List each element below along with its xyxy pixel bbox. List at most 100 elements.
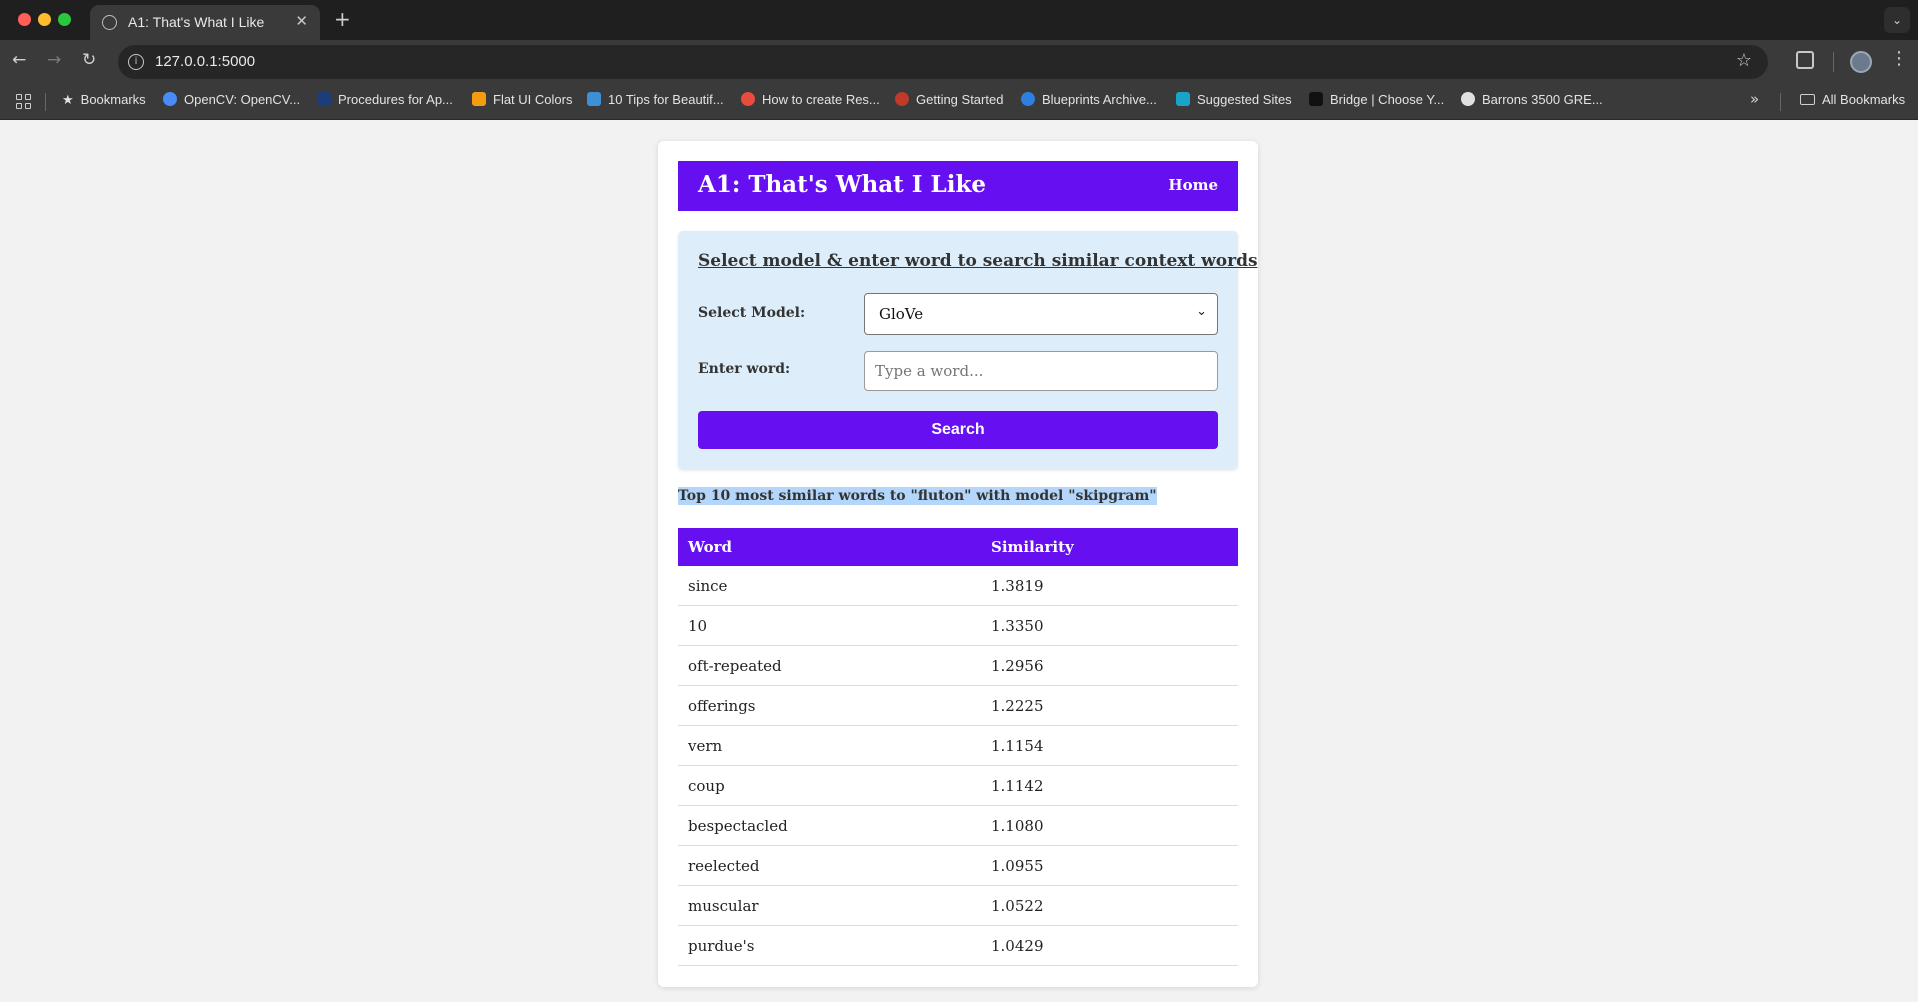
table-header: Word Similarity	[678, 528, 1238, 566]
similarity-cell: 1.2225	[991, 697, 1044, 715]
bridge-icon	[1309, 92, 1323, 106]
browser-tab[interactable]: A1: That's What I Like ✕	[90, 5, 320, 40]
bookmark-item[interactable]: ★ Bookmarks	[62, 92, 146, 108]
asterisk-icon	[741, 92, 755, 106]
table-row: bespectacled 1.1080	[678, 806, 1238, 846]
close-tab-icon[interactable]: ✕	[295, 12, 308, 30]
bookmarks-bar: ★ Bookmarks OpenCV: OpenCV... Procedures …	[0, 84, 1918, 120]
word-input-placeholder: Type a word...	[875, 362, 984, 380]
table-row: vern 1.1154	[678, 726, 1238, 766]
browser-tab-bar: A1: That's What I Like ✕ + ⌄	[0, 0, 1918, 40]
folder-icon	[1800, 94, 1815, 105]
column-header-word: Word	[688, 538, 733, 556]
word-cell: purdue's	[688, 937, 755, 955]
bookmarks-divider	[45, 93, 46, 111]
bookmark-item[interactable]: Getting Started	[895, 92, 1003, 107]
bookmarks-divider	[1780, 93, 1781, 111]
bookmark-item[interactable]: Bridge | Choose Y...	[1309, 92, 1444, 107]
column-header-similarity: Similarity	[991, 538, 1074, 556]
search-form: Select model & enter word to search simi…	[678, 231, 1258, 470]
bookmark-item[interactable]: Flat UI Colors	[472, 92, 572, 107]
back-arrow-icon[interactable]: ←	[12, 50, 26, 70]
globe-icon	[102, 15, 117, 30]
word-cell: vern	[688, 737, 723, 755]
app-card: A1: That's What I Like Home Select model…	[658, 141, 1258, 987]
more-bookmarks-icon[interactable]: »	[1750, 90, 1759, 108]
word-cell: bespectacled	[688, 817, 788, 835]
table-row: offerings 1.2225	[678, 686, 1238, 726]
word-cell: oft-repeated	[688, 657, 782, 675]
new-tab-icon[interactable]: +	[334, 7, 351, 31]
flat-ui-icon	[472, 92, 486, 106]
similarity-cell: 1.3350	[991, 617, 1044, 635]
bookmark-item[interactable]: 10 Tips for Beautif...	[587, 92, 724, 107]
tab-search-chevron-icon[interactable]: ⌄	[1884, 7, 1910, 33]
browser-toolbar: ← → ↻ i 127.0.0.1:5000 ☆ ⋮	[0, 40, 1918, 84]
search-button[interactable]: Search	[698, 411, 1218, 449]
site-info-icon[interactable]: i	[128, 54, 144, 70]
opencv-icon	[163, 92, 177, 106]
word-cell: coup	[688, 777, 725, 795]
word-cell: reelected	[688, 857, 760, 875]
similarity-cell: 1.1142	[991, 777, 1044, 795]
similarity-cell: 1.1080	[991, 817, 1044, 835]
bookmark-item[interactable]: Blueprints Archive...	[1021, 92, 1157, 107]
bookmark-item[interactable]: How to create Res...	[741, 92, 880, 107]
tab-title: A1: That's What I Like	[128, 14, 265, 30]
similarity-cell: 1.2956	[991, 657, 1044, 675]
bookmark-item[interactable]: Procedures for Ap...	[317, 92, 453, 107]
similarity-cell: 1.3819	[991, 577, 1044, 595]
results-heading: Top 10 most similar words to "fluton" wi…	[678, 487, 1157, 505]
profile-avatar[interactable]	[1850, 51, 1872, 73]
all-bookmarks-folder[interactable]: All Bookmarks	[1800, 92, 1905, 107]
table-row: 10 1.3350	[678, 606, 1238, 646]
extensions-icon[interactable]	[1796, 51, 1814, 69]
word-cell: muscular	[688, 897, 759, 915]
word-input[interactable]: Type a word...	[864, 351, 1218, 391]
bing-icon	[1176, 92, 1190, 106]
table-row: oft-repeated 1.2956	[678, 646, 1238, 686]
star-icon: ★	[62, 93, 74, 108]
reload-icon[interactable]: ↻	[82, 50, 96, 70]
similarity-cell: 1.0429	[991, 937, 1044, 955]
cloud-icon	[1461, 92, 1475, 106]
word-cell: 10	[688, 617, 708, 635]
table-row: since 1.3819	[678, 566, 1238, 606]
bookmark-item[interactable]: Suggested Sites	[1176, 92, 1292, 107]
address-bar[interactable]: i 127.0.0.1:5000 ☆	[118, 45, 1768, 79]
browser-menu-icon[interactable]: ⋮	[1890, 48, 1908, 69]
toolbar-divider	[1833, 52, 1834, 72]
bookmark-item[interactable]: OpenCV: OpenCV...	[163, 92, 300, 107]
home-link[interactable]: Home	[1168, 176, 1218, 194]
chevron-down-icon: ⌄	[1196, 304, 1207, 319]
site-header: A1: That's What I Like Home	[678, 161, 1238, 211]
minimize-window-button[interactable]	[38, 13, 51, 26]
site-title: A1: That's What I Like	[698, 171, 987, 198]
bookmark-star-icon[interactable]: ☆	[1736, 50, 1752, 71]
model-select[interactable]: GloVe ⌄	[864, 293, 1218, 335]
apps-grid-icon[interactable]	[16, 94, 32, 110]
table-row: purdue's 1.0429	[678, 926, 1238, 966]
url-text[interactable]: 127.0.0.1:5000	[155, 53, 255, 70]
similarity-cell: 1.1154	[991, 737, 1044, 755]
word-cell: since	[688, 577, 728, 595]
site-icon	[587, 92, 601, 106]
redhat-icon	[895, 92, 909, 106]
form-heading: Select model & enter word to search simi…	[698, 251, 1258, 271]
drop-icon	[1021, 92, 1035, 106]
table-row: coup 1.1142	[678, 766, 1238, 806]
forward-arrow-icon[interactable]: →	[47, 50, 61, 70]
similarity-cell: 1.0522	[991, 897, 1044, 915]
site-icon	[317, 92, 331, 106]
maximize-window-button[interactable]	[58, 13, 71, 26]
model-label: Select Model:	[698, 305, 806, 321]
close-window-button[interactable]	[18, 13, 31, 26]
model-selected-value: GloVe	[879, 305, 924, 323]
table-row: reelected 1.0955	[678, 846, 1238, 886]
bookmark-item[interactable]: Barrons 3500 GRE...	[1461, 92, 1603, 107]
results-table: Word Similarity since 1.3819 10 1.3350 oft…	[678, 528, 1238, 966]
table-row: muscular 1.0522	[678, 886, 1238, 926]
word-label: Enter word:	[698, 361, 791, 377]
word-cell: offerings	[688, 697, 756, 715]
similarity-cell: 1.0955	[991, 857, 1044, 875]
